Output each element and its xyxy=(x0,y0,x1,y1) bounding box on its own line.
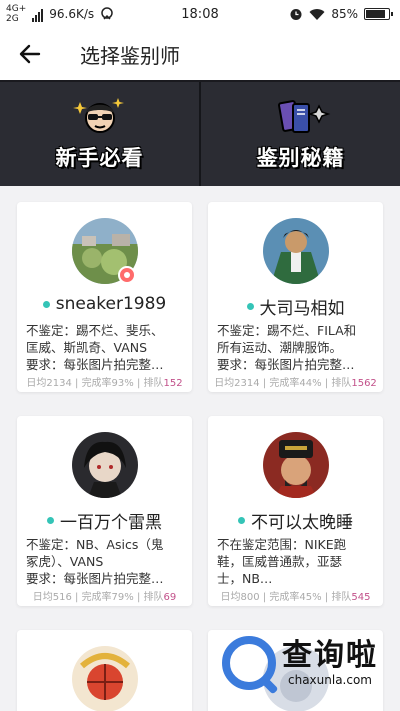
daily-average: 日均2134 xyxy=(26,378,72,389)
queue-count: 1562 xyxy=(351,378,377,389)
description-line: 鞋，匡威普通款，亚瑟 xyxy=(217,554,343,569)
avatar xyxy=(262,432,329,498)
status-left: 4G+ 2G 96.6K/s xyxy=(6,4,114,24)
search-logo-icon xyxy=(222,636,276,690)
expert-name-row: 一百万个雷黑 xyxy=(17,508,192,533)
status-bar: 4G+ 2G 96.6K/s 18:08 85% xyxy=(0,0,400,28)
clock: 18:08 xyxy=(181,6,219,22)
daily-average: 日均2314 xyxy=(214,378,260,389)
expert-card[interactable] xyxy=(17,630,192,711)
online-dot-icon xyxy=(42,300,50,308)
queue-label: 排队 xyxy=(331,378,352,389)
expert-description: 不鉴定：踢不烂、FILA和 所有运动、潮牌服饰。 要求：每张图片拍完整… xyxy=(217,322,375,373)
description-line: 不鉴定：踢不烂、斐乐、 xyxy=(26,323,164,338)
online-dot-icon xyxy=(47,517,54,524)
avatar xyxy=(71,432,138,498)
queue-count: 152 xyxy=(163,378,183,389)
verified-badge-icon xyxy=(118,266,136,284)
expert-stats: 日均2134 | 完成率93% | 排队152 xyxy=(26,378,183,389)
page-title: 选择鉴别师 xyxy=(80,43,180,68)
description-line: 要求：每张图片拍完整… xyxy=(26,357,164,372)
queue-count: 545 xyxy=(351,592,371,603)
description-line: 要求：每张图片拍完整… xyxy=(26,571,164,586)
expert-card[interactable]: sneaker1989 不鉴定：踢不烂、斐乐、 匡威、斯凯奇、VANS 要求：每… xyxy=(17,202,192,392)
site-watermark: 查询啦 chaxunla.com xyxy=(222,628,392,698)
completion-rate: 完成率45% xyxy=(269,592,322,603)
appraisal-tips-button[interactable]: 鉴别秘籍 xyxy=(201,82,400,186)
expert-card[interactable]: 不可以太晚睡 不在鉴定范围：NIKE跑 鞋，匡威普通款，亚瑟 士，NB… 日均8… xyxy=(208,416,383,606)
expert-description: 不鉴定：踢不烂、斐乐、 匡威、斯凯奇、VANS 要求：每张图片拍完整… xyxy=(26,322,184,373)
completion-rate: 完成率93% xyxy=(81,378,134,389)
completion-rate: 完成率44% xyxy=(269,378,322,389)
expert-name: 不可以太晚睡 xyxy=(251,513,353,533)
online-dot-icon xyxy=(246,303,254,310)
description-line: 不在鉴定范围：NIKE跑 xyxy=(217,537,347,552)
expert-stats: 日均800 | 完成率45% | 排队545 xyxy=(220,592,371,603)
appraisal-tips-label: 鉴别秘籍 xyxy=(256,146,345,170)
network-type: 4G+ 2G xyxy=(6,4,26,24)
queue-label: 排队 xyxy=(331,592,352,603)
avatar xyxy=(71,646,138,711)
online-dot-icon xyxy=(238,517,245,524)
signal-icon xyxy=(32,6,44,22)
cool-face-icon xyxy=(72,98,124,133)
queue-label: 排队 xyxy=(143,378,164,389)
description-line: 不鉴定：踢不烂、FILA和 xyxy=(217,323,357,338)
daily-average: 日均800 xyxy=(220,592,260,603)
book-shuriken-icon xyxy=(277,100,330,133)
description-line: 冢虎）、VANS xyxy=(26,554,104,569)
notification-icon xyxy=(101,7,113,20)
expert-description: 不鉴定：NB、Asics（鬼 冢虎）、VANS 要求：每张图片拍完整… xyxy=(26,536,184,587)
nav-bar: 选择鉴别师 xyxy=(0,28,400,80)
daily-average: 日均516 xyxy=(32,592,72,603)
watermark-text: 查询啦 chaxunla.com xyxy=(282,638,378,688)
beginner-guide-label: 新手必看 xyxy=(55,146,144,170)
expert-stats: 日均516 | 完成率79% | 排队69 xyxy=(32,592,177,603)
network-speed: 96.6K/s xyxy=(49,7,95,21)
guide-banner: 新手必看 鉴别秘籍 xyxy=(0,80,400,186)
status-right: 85% xyxy=(289,7,393,21)
description-line: 不鉴定：NB、Asics（鬼 xyxy=(26,537,164,552)
description-line: 士，NB… xyxy=(217,571,273,586)
network-bottom: 2G xyxy=(6,14,19,24)
description-line: 所有运动、潮牌服饰。 xyxy=(217,340,343,355)
expert-card[interactable]: 大司马相如 不鉴定：踢不烂、FILA和 所有运动、潮牌服饰。 要求：每张图片拍完… xyxy=(208,202,383,392)
battery-percent: 85% xyxy=(331,7,358,21)
expert-name: 大司马相如 xyxy=(259,299,345,319)
arrow-left-icon xyxy=(19,44,41,64)
description-line: 匡威、斯凯奇、VANS xyxy=(26,340,148,355)
queue-count: 69 xyxy=(163,592,177,603)
wifi-icon xyxy=(309,8,325,20)
alarm-icon xyxy=(290,9,302,20)
expert-description: 不在鉴定范围：NIKE跑 鞋，匡威普通款，亚瑟 士，NB… xyxy=(217,536,375,587)
avatar xyxy=(262,218,329,284)
expert-card[interactable]: 一百万个雷黑 不鉴定：NB、Asics（鬼 冢虎）、VANS 要求：每张图片拍完… xyxy=(17,416,192,606)
back-button[interactable] xyxy=(0,28,60,80)
expert-name-row: sneaker1989 xyxy=(17,294,192,314)
expert-name: 一百万个雷黑 xyxy=(60,513,162,533)
expert-stats: 日均2314 | 完成率44% | 排队1562 xyxy=(214,378,377,389)
expert-name-row: 大司马相如 xyxy=(208,294,383,319)
expert-name: sneaker1989 xyxy=(55,294,167,314)
queue-label: 排队 xyxy=(143,592,164,603)
completion-rate: 完成率79% xyxy=(81,592,134,603)
watermark-chinese: 查询啦 xyxy=(282,638,378,673)
expert-name-row: 不可以太晚睡 xyxy=(208,508,383,533)
description-line: 要求：每张图片拍完整… xyxy=(217,357,355,372)
watermark-url: chaxunla.com xyxy=(288,673,372,687)
beginner-guide-button[interactable]: 新手必看 xyxy=(0,82,199,186)
battery-icon xyxy=(364,8,393,20)
network-top: 4G+ xyxy=(6,4,27,14)
